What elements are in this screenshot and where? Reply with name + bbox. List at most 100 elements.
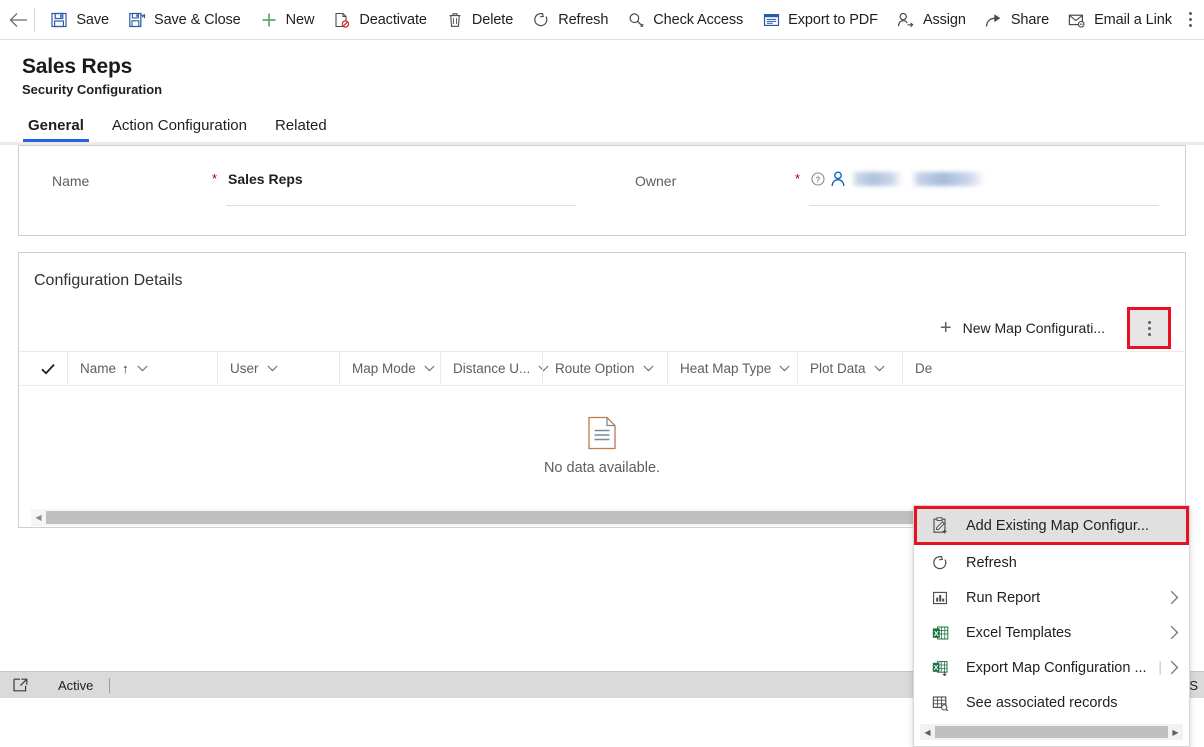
refresh-icon	[930, 555, 950, 571]
refresh-icon	[531, 10, 551, 30]
scroll-right-arrow-icon[interactable]: ▶	[1168, 724, 1183, 740]
more-vertical-icon	[1148, 321, 1151, 336]
save-icon	[49, 10, 69, 30]
context-menu-scrollbar-thumb[interactable]	[935, 726, 1168, 738]
tab-general-label: General	[28, 117, 84, 134]
more-vertical-icon	[1189, 12, 1192, 27]
column-header-de-truncated-label: De	[915, 361, 932, 376]
associated-records-icon	[930, 695, 950, 711]
export-to-pdf-button[interactable]: Export to PDF	[752, 1, 887, 39]
context-menu-item-excel-templates[interactable]: X Excel Templates	[914, 615, 1189, 650]
context-menu-item-run-report-label: Run Report	[966, 590, 1170, 606]
command-bar-overflow-button[interactable]	[1181, 1, 1200, 39]
save-button-label: Save	[76, 12, 109, 28]
assign-button[interactable]: Assign	[887, 1, 975, 39]
export-to-pdf-button-label: Export to PDF	[788, 12, 878, 28]
context-menu-item-see-associated-records[interactable]: See associated records	[914, 685, 1189, 720]
grid-command-bar: + New Map Configurati...	[19, 306, 1185, 350]
report-chart-icon	[930, 590, 950, 606]
chevron-down-icon[interactable]	[267, 365, 278, 372]
tab-action-configuration-label: Action Configuration	[112, 117, 247, 134]
context-menu-item-add-existing-map-configuration[interactable]: Add Existing Map Configur...	[914, 506, 1189, 545]
name-required-indicator: *	[212, 168, 226, 188]
grid-empty-state: No data available.	[19, 386, 1185, 506]
check-access-button[interactable]: Check Access	[617, 1, 752, 39]
share-button-label: Share	[1011, 12, 1049, 28]
assign-person-icon	[896, 10, 916, 30]
chevron-down-icon[interactable]	[137, 365, 148, 372]
column-header-de-truncated[interactable]: De	[902, 352, 962, 386]
tab-related[interactable]: Related	[267, 117, 335, 142]
column-header-user-label: User	[230, 361, 259, 376]
column-header-map-mode[interactable]: Map Mode	[339, 352, 440, 386]
form-body: Name * Sales Reps Owner * ?	[0, 145, 1204, 528]
command-bar-divider	[34, 8, 35, 32]
grid-more-commands-button[interactable]	[1127, 307, 1171, 349]
save-and-close-button[interactable]: Save & Close	[118, 1, 250, 39]
refresh-button-label: Refresh	[558, 12, 608, 28]
column-header-distance-unit-label: Distance U...	[453, 361, 530, 376]
grid-context-menu: Add Existing Map Configur... Refresh	[913, 505, 1190, 747]
tab-general[interactable]: General	[20, 117, 92, 142]
context-menu-item-run-report[interactable]: Run Report	[914, 580, 1189, 615]
context-menu-item-refresh[interactable]: Refresh	[914, 545, 1189, 580]
name-field-value[interactable]: Sales Reps	[226, 168, 576, 206]
owner-field-value[interactable]: ?	[809, 168, 1159, 206]
name-field-column: Name * Sales Reps	[19, 146, 602, 235]
chevron-down-icon[interactable]	[643, 365, 654, 372]
trash-icon	[445, 10, 465, 30]
column-header-route-option-label: Route Option	[555, 361, 635, 376]
context-menu-item-export-map-configuration[interactable]: X Export Map Configuration ... |	[914, 650, 1189, 685]
back-button[interactable]	[8, 5, 30, 35]
chevron-down-icon[interactable]	[424, 365, 435, 372]
owner-field-label: Owner	[635, 168, 795, 191]
tab-action-configuration[interactable]: Action Configuration	[104, 117, 255, 142]
column-header-route-option[interactable]: Route Option	[542, 352, 667, 386]
column-header-heat-map-type-label: Heat Map Type	[680, 361, 771, 376]
deactivate-button[interactable]: Deactivate	[323, 1, 436, 39]
select-all-checkbox[interactable]	[29, 363, 67, 375]
svg-text:X: X	[933, 663, 938, 672]
column-header-name[interactable]: Name ↑	[67, 352, 217, 386]
context-menu-horizontal-scrollbar[interactable]: ◀ ▶	[920, 724, 1183, 740]
owner-field-column: Owner * ?	[602, 146, 1185, 235]
empty-document-icon	[587, 416, 617, 450]
context-menu-item-add-existing-map-configuration-label: Add Existing Map Configur...	[966, 518, 1176, 534]
record-status-text: Active	[58, 678, 93, 693]
page-header: Sales Reps Security Configuration	[0, 40, 1204, 98]
save-and-close-button-label: Save & Close	[154, 12, 241, 28]
submenu-chevron-right-icon[interactable]	[1170, 625, 1179, 640]
column-header-distance-unit[interactable]: Distance U...	[440, 352, 542, 386]
owner-name-redacted	[851, 172, 985, 186]
form-tab-list: General Action Configuration Related	[0, 111, 1204, 142]
new-button[interactable]: New	[250, 1, 324, 39]
deactivate-icon	[332, 10, 352, 30]
configuration-details-title: Configuration Details	[19, 253, 1185, 291]
pdf-icon	[761, 10, 781, 30]
chevron-down-icon[interactable]	[874, 365, 885, 372]
owner-person-icon	[830, 171, 846, 187]
share-icon	[984, 10, 1004, 30]
refresh-button[interactable]: Refresh	[522, 1, 617, 39]
submenu-chevron-right-icon[interactable]	[1170, 590, 1179, 605]
email-a-link-button[interactable]: Email a Link	[1058, 1, 1181, 39]
chevron-down-icon[interactable]	[779, 365, 790, 372]
open-in-new-window-button[interactable]	[8, 678, 32, 692]
scroll-left-arrow-icon[interactable]: ◀	[920, 724, 935, 740]
popout-icon	[13, 678, 28, 692]
column-header-user[interactable]: User	[217, 352, 339, 386]
command-bar: Save Save & Close New	[0, 0, 1204, 40]
column-header-plot-data[interactable]: Plot Data	[797, 352, 902, 386]
plus-icon: +	[940, 319, 952, 337]
save-button[interactable]: Save	[40, 1, 118, 39]
assign-button-label: Assign	[923, 12, 966, 28]
new-map-configuration-button[interactable]: + New Map Configurati...	[932, 312, 1113, 344]
check-access-button-label: Check Access	[653, 12, 743, 28]
context-menu-item-export-map-configuration-label: Export Map Configuration ...	[966, 660, 1158, 676]
column-header-heat-map-type[interactable]: Heat Map Type	[667, 352, 797, 386]
share-button[interactable]: Share	[975, 1, 1058, 39]
submenu-chevron-right-icon[interactable]: |	[1158, 660, 1179, 676]
delete-button[interactable]: Delete	[436, 1, 522, 39]
scroll-left-arrow-icon[interactable]: ◀	[31, 509, 46, 526]
back-arrow-icon	[9, 12, 28, 28]
